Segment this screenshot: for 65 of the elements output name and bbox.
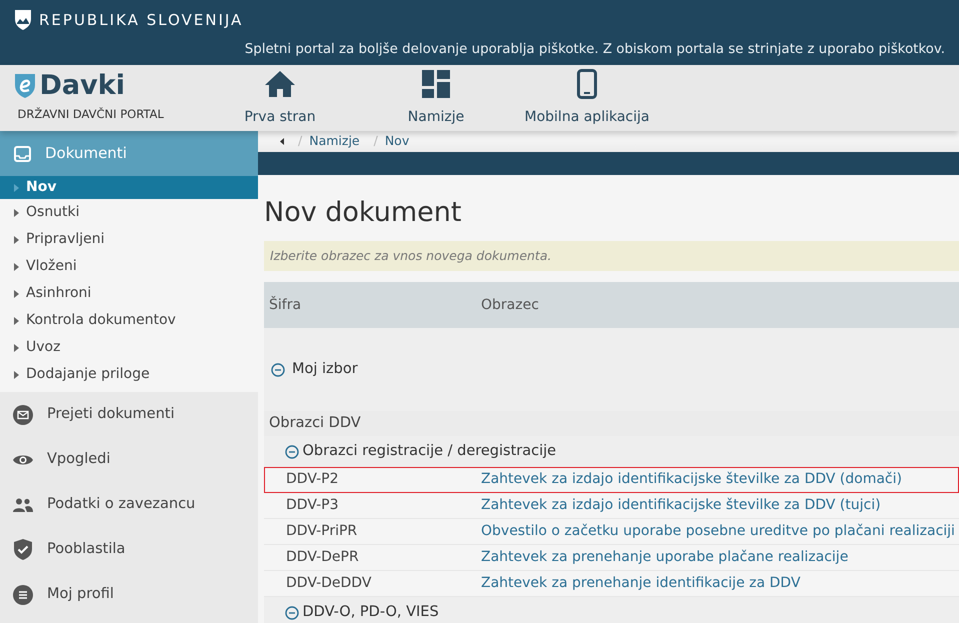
phone-icon — [577, 69, 597, 99]
back-caret-icon — [280, 138, 284, 145]
sidebar-item[interactable]: Uvoz — [0, 334, 258, 361]
inbox-icon — [14, 146, 31, 162]
portal-subtitle: DRŽAVNI DAVČNI PORTAL — [18, 106, 165, 124]
coat-of-arms-icon — [14, 9, 32, 31]
form-link[interactable]: Zahtevek za prenehanje identifikacije za DDV — [481, 575, 800, 592]
caret-icon — [14, 184, 19, 192]
form-code: DDV-PriPR — [286, 523, 358, 540]
form-link[interactable]: Zahtevek za izdajo identifikacijske številke za DDV (domači) — [481, 471, 902, 488]
collapse-icon — [285, 444, 299, 459]
caret-icon — [14, 344, 19, 352]
caret-icon — [14, 316, 19, 324]
logo-text: Davki — [40, 72, 125, 100]
form-link[interactable]: Zahtevek za izdajo identifikacijske številke za DDV (tujci) — [481, 497, 881, 514]
caret-icon — [14, 262, 19, 270]
cookie-notice: Spletni portal za boljše delovanje uporablja piškotke. Z obiskom portala se strinjate z uporabo piškotkov. — [244, 41, 945, 59]
sidebar-menu-item[interactable]: Pooblastila — [0, 527, 258, 572]
sidebar-menu-item[interactable]: Prejeti dokumenti — [0, 392, 258, 437]
nav-link[interactable]: Prva stran — [205, 68, 355, 128]
hint-banner: Izberite obrazec za vnos novega dokumenta. — [264, 241, 959, 272]
sidebar-menu-item[interactable]: Moj profil — [0, 572, 258, 617]
sidebar-item[interactable]: Dodajanje priloge — [0, 361, 258, 388]
breadcrumb-separator: / — [298, 132, 302, 150]
form-code: DDV-P2 — [286, 471, 338, 488]
sidebar-menu-item[interactable]: Podatki o zavezancu — [0, 482, 258, 527]
group-toggle[interactable]: DDV-O, PD-O, VIES — [284, 601, 440, 623]
nav-link[interactable]: Namizje — [355, 68, 517, 128]
sidebar-item[interactable]: Kontrola dokumentov — [0, 307, 258, 334]
collapse-icon — [271, 362, 285, 377]
caret-icon — [14, 290, 19, 298]
eye-icon — [13, 452, 33, 466]
form-row[interactable]: DDV-P2 Zahtevek za izdajo identifikacijske številke za DDV (domači) — [264, 467, 959, 494]
sidebar-item[interactable]: Asinhroni — [0, 280, 258, 307]
people-icon — [13, 498, 33, 512]
sidebar-item[interactable]: Vloženi — [0, 253, 258, 280]
form-link[interactable]: Obvestilo o začetku uporabe posebne ureditve po plačani realizaciji — [481, 523, 955, 540]
form-code: DDV-DeDDV — [286, 575, 372, 592]
column-header: Šifra — [268, 295, 302, 315]
sidebar-item[interactable]: Nov — [0, 176, 258, 199]
envelope-icon — [13, 404, 33, 424]
dashboard-icon — [422, 70, 450, 98]
home-icon — [264, 70, 296, 98]
country-title: REPUBLIKA SLOVENIJA — [39, 10, 244, 31]
form-code: DDV-P3 — [286, 497, 338, 514]
form-link[interactable]: Zahtevek za prenehanje uporabe plačane realizacije — [481, 549, 848, 566]
sidebar-menu-item[interactable]: Vpogledi — [0, 437, 258, 482]
caret-icon — [14, 370, 19, 378]
breadcrumb-link[interactable]: Nov — [384, 132, 410, 151]
form-code: DDV-DePR — [286, 549, 359, 566]
column-header: Obrazec — [481, 296, 539, 315]
list-icon — [13, 584, 33, 604]
group-toggle[interactable]: Moj izbor — [270, 358, 359, 382]
breadcrumb-separator: / — [374, 132, 378, 150]
page-title: Nov dokument — [264, 197, 462, 230]
collapse-icon — [285, 606, 299, 620]
e-shield-logo-icon — [14, 72, 36, 99]
section-label: Obrazci DDV — [269, 414, 361, 434]
shield-check-icon — [14, 539, 32, 560]
nav-link[interactable]: Mobilna aplikacija — [517, 68, 657, 128]
breadcrumb-link[interactable]: Namizje — [309, 132, 360, 151]
sidebar-item[interactable]: Pripravljeni — [0, 226, 258, 253]
caret-icon — [14, 208, 19, 216]
caret-icon — [14, 236, 19, 244]
sidebar-item[interactable]: Osnutki — [0, 199, 258, 226]
